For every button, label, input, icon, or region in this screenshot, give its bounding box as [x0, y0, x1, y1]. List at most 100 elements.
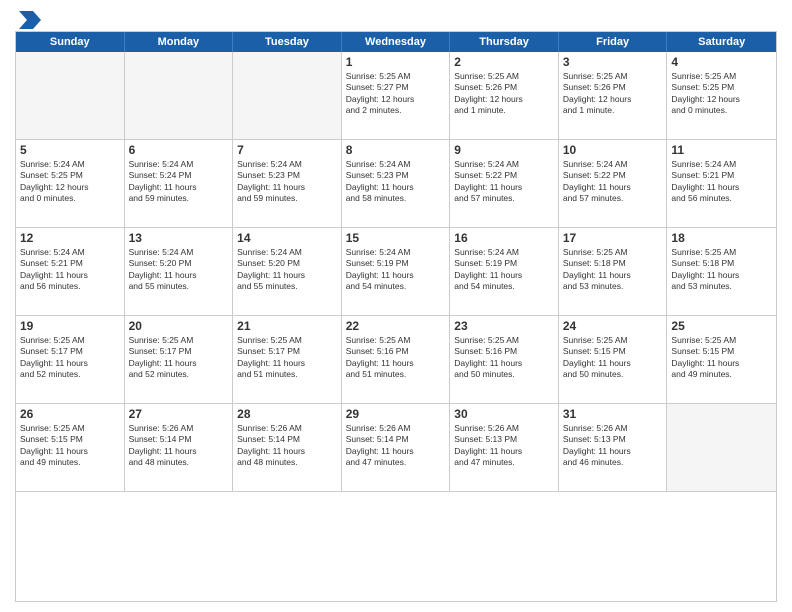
day-number: 25 [671, 319, 772, 333]
day-number: 22 [346, 319, 446, 333]
day-info: Sunrise: 5:25 AM Sunset: 5:17 PM Dayligh… [20, 335, 120, 381]
day-number: 9 [454, 143, 554, 157]
calendar-cell: 7 Sunrise: 5:24 AM Sunset: 5:23 PM Daylig… [233, 140, 342, 228]
calendar-cell: 19Sunrise: 5:25 AM Sunset: 5:17 PM Dayli… [16, 316, 125, 404]
day-number: 11 [671, 143, 772, 157]
day-info: Sunrise: 5:24 AM Sunset: 5:22 PM Dayligh… [563, 159, 663, 205]
calendar-body: 1 Sunrise: 5:25 AM Sunset: 5:27 PM Daylig… [16, 52, 776, 492]
day-info: Sunrise: 5:25 AM Sunset: 5:25 PM Dayligh… [671, 71, 772, 117]
weekday-header-monday: Monday [125, 32, 234, 52]
calendar-cell: 6Sunrise: 5:24 AM Sunset: 5:24 PM Daylig… [125, 140, 234, 228]
calendar-cell: 26Sunrise: 5:25 AM Sunset: 5:15 PM Dayli… [16, 404, 125, 492]
day-number: 23 [454, 319, 554, 333]
day-info: Sunrise: 5:24 AM Sunset: 5:19 PM Dayligh… [454, 247, 554, 293]
calendar-cell: 24 Sunrise: 5:25 AM Sunset: 5:15 PM Dayli… [559, 316, 668, 404]
calendar-cell: 5 Sunrise: 5:24 AM Sunset: 5:25 PM Daylig… [16, 140, 125, 228]
day-number: 15 [346, 231, 446, 245]
calendar-cell: 16 Sunrise: 5:24 AM Sunset: 5:19 PM Dayli… [450, 228, 559, 316]
calendar-cell: 22 Sunrise: 5:25 AM Sunset: 5:16 PM Dayli… [342, 316, 451, 404]
day-number: 31 [563, 407, 663, 421]
calendar-cell: 14 Sunrise: 5:24 AM Sunset: 5:20 PM Dayli… [233, 228, 342, 316]
day-info: Sunrise: 5:24 AM Sunset: 5:23 PM Dayligh… [237, 159, 337, 205]
day-info: Sunrise: 5:26 AM Sunset: 5:13 PM Dayligh… [563, 423, 663, 469]
day-info: Sunrise: 5:24 AM Sunset: 5:25 PM Dayligh… [20, 159, 120, 205]
day-number: 16 [454, 231, 554, 245]
day-number: 1 [346, 55, 446, 69]
day-number: 27 [129, 407, 229, 421]
weekday-header-sunday: Sunday [16, 32, 125, 52]
day-number: 4 [671, 55, 772, 69]
day-number: 8 [346, 143, 446, 157]
day-info: Sunrise: 5:25 AM Sunset: 5:27 PM Dayligh… [346, 71, 446, 117]
day-info: Sunrise: 5:24 AM Sunset: 5:21 PM Dayligh… [671, 159, 772, 205]
day-info: Sunrise: 5:24 AM Sunset: 5:23 PM Dayligh… [346, 159, 446, 205]
day-info: Sunrise: 5:24 AM Sunset: 5:20 PM Dayligh… [237, 247, 337, 293]
calendar-cell: 2 Sunrise: 5:25 AM Sunset: 5:26 PM Daylig… [450, 52, 559, 140]
day-number: 18 [671, 231, 772, 245]
day-number: 29 [346, 407, 446, 421]
day-info: Sunrise: 5:24 AM Sunset: 5:24 PM Dayligh… [129, 159, 229, 205]
calendar-cell: 9 Sunrise: 5:24 AM Sunset: 5:22 PM Daylig… [450, 140, 559, 228]
day-info: Sunrise: 5:24 AM Sunset: 5:19 PM Dayligh… [346, 247, 446, 293]
calendar-cell: 8 Sunrise: 5:24 AM Sunset: 5:23 PM Daylig… [342, 140, 451, 228]
day-info: Sunrise: 5:25 AM Sunset: 5:16 PM Dayligh… [454, 335, 554, 381]
calendar-header: SundayMondayTuesdayWednesdayThursdayFrid… [16, 32, 776, 52]
day-number: 30 [454, 407, 554, 421]
day-number: 17 [563, 231, 663, 245]
day-number: 3 [563, 55, 663, 69]
weekday-header-saturday: Saturday [667, 32, 776, 52]
day-number: 14 [237, 231, 337, 245]
calendar-cell: 21 Sunrise: 5:25 AM Sunset: 5:17 PM Dayli… [233, 316, 342, 404]
day-number: 21 [237, 319, 337, 333]
calendar-cell: 29 Sunrise: 5:26 AM Sunset: 5:14 PM Dayli… [342, 404, 451, 492]
weekday-header-wednesday: Wednesday [342, 32, 451, 52]
calendar-cell [667, 404, 776, 492]
calendar-cell: 12 Sunrise: 5:24 AM Sunset: 5:21 PM Dayli… [16, 228, 125, 316]
day-number: 13 [129, 231, 229, 245]
day-number: 28 [237, 407, 337, 421]
weekday-header-friday: Friday [559, 32, 668, 52]
day-info: Sunrise: 5:26 AM Sunset: 5:13 PM Dayligh… [454, 423, 554, 469]
day-info: Sunrise: 5:26 AM Sunset: 5:14 PM Dayligh… [346, 423, 446, 469]
day-info: Sunrise: 5:25 AM Sunset: 5:16 PM Dayligh… [346, 335, 446, 381]
calendar-cell: 1 Sunrise: 5:25 AM Sunset: 5:27 PM Daylig… [342, 52, 451, 140]
calendar-cell: 27 Sunrise: 5:26 AM Sunset: 5:14 PM Dayli… [125, 404, 234, 492]
day-info: Sunrise: 5:24 AM Sunset: 5:22 PM Dayligh… [454, 159, 554, 205]
calendar-cell: 31 Sunrise: 5:26 AM Sunset: 5:13 PM Dayli… [559, 404, 668, 492]
header [15, 10, 777, 25]
calendar-cell: 30 Sunrise: 5:26 AM Sunset: 5:13 PM Dayli… [450, 404, 559, 492]
calendar-cell: 15 Sunrise: 5:24 AM Sunset: 5:19 PM Dayli… [342, 228, 451, 316]
calendar-cell: 28 Sunrise: 5:26 AM Sunset: 5:14 PM Dayli… [233, 404, 342, 492]
day-number: 12 [20, 231, 120, 245]
calendar-cell: 3Sunrise: 5:25 AM Sunset: 5:26 PM Daylig… [559, 52, 668, 140]
day-info: Sunrise: 5:25 AM Sunset: 5:26 PM Dayligh… [454, 71, 554, 117]
calendar-cell: 23 Sunrise: 5:25 AM Sunset: 5:16 PM Dayli… [450, 316, 559, 404]
day-info: Sunrise: 5:24 AM Sunset: 5:20 PM Dayligh… [129, 247, 229, 293]
day-info: Sunrise: 5:25 AM Sunset: 5:17 PM Dayligh… [237, 335, 337, 381]
logo-arrow-icon [19, 11, 41, 29]
day-number: 7 [237, 143, 337, 157]
day-number: 20 [129, 319, 229, 333]
calendar: SundayMondayTuesdayWednesdayThursdayFrid… [15, 31, 777, 602]
calendar-cell: 20 Sunrise: 5:25 AM Sunset: 5:17 PM Dayli… [125, 316, 234, 404]
day-number: 2 [454, 55, 554, 69]
page: SundayMondayTuesdayWednesdayThursdayFrid… [0, 0, 792, 612]
calendar-cell: 11 Sunrise: 5:24 AM Sunset: 5:21 PM Dayli… [667, 140, 776, 228]
day-info: Sunrise: 5:25 AM Sunset: 5:18 PM Dayligh… [563, 247, 663, 293]
calendar-cell: 13 Sunrise: 5:24 AM Sunset: 5:20 PM Dayli… [125, 228, 234, 316]
calendar-cell [125, 52, 234, 140]
calendar-cell [233, 52, 342, 140]
calendar-cell: 4 Sunrise: 5:25 AM Sunset: 5:25 PM Daylig… [667, 52, 776, 140]
day-info: Sunrise: 5:25 AM Sunset: 5:15 PM Dayligh… [20, 423, 120, 469]
day-info: Sunrise: 5:26 AM Sunset: 5:14 PM Dayligh… [129, 423, 229, 469]
day-number: 24 [563, 319, 663, 333]
day-info: Sunrise: 5:24 AM Sunset: 5:21 PM Dayligh… [20, 247, 120, 293]
day-number: 10 [563, 143, 663, 157]
day-info: Sunrise: 5:25 AM Sunset: 5:15 PM Dayligh… [671, 335, 772, 381]
day-info: Sunrise: 5:25 AM Sunset: 5:17 PM Dayligh… [129, 335, 229, 381]
day-info: Sunrise: 5:25 AM Sunset: 5:15 PM Dayligh… [563, 335, 663, 381]
calendar-cell: 25 Sunrise: 5:25 AM Sunset: 5:15 PM Dayli… [667, 316, 776, 404]
day-number: 5 [20, 143, 120, 157]
weekday-header-thursday: Thursday [450, 32, 559, 52]
day-info: Sunrise: 5:26 AM Sunset: 5:14 PM Dayligh… [237, 423, 337, 469]
